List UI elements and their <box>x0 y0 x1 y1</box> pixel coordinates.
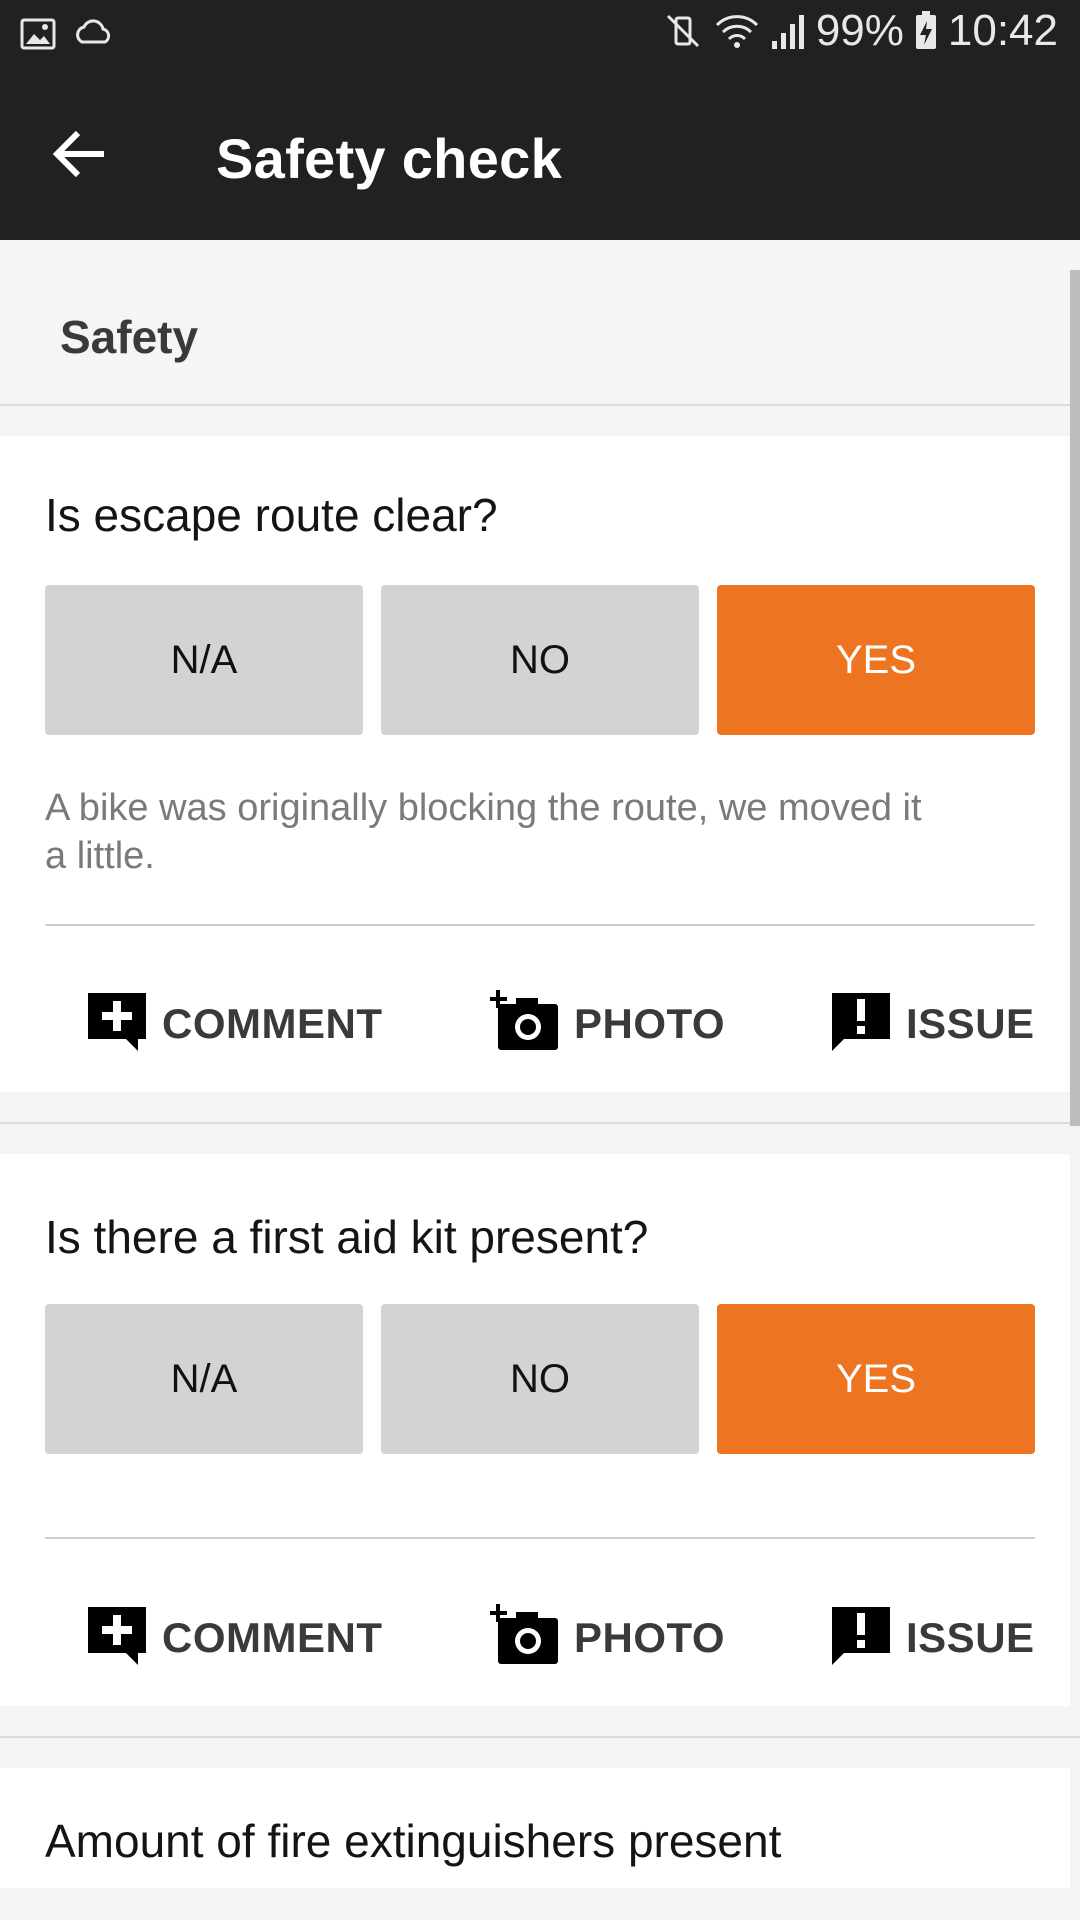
issue-label: ISSUE <box>906 1000 1035 1047</box>
add-comment-button[interactable]: COMMENT <box>86 1598 382 1678</box>
app-bar: Safety check <box>0 70 1080 240</box>
scrollbar[interactable] <box>1070 270 1080 1126</box>
answer-comment: A bike was originally blocking the route… <box>45 787 922 877</box>
report-issue-button[interactable]: ISSUE <box>830 1598 1035 1678</box>
section-title: Safety <box>60 311 199 363</box>
report-issue-button[interactable]: ISSUE <box>830 984 1035 1064</box>
divider <box>45 1537 1035 1539</box>
question-text: Is there a first aid kit present? <box>45 1211 649 1263</box>
comment-label: COMMENT <box>162 1000 383 1047</box>
divider <box>0 1736 1080 1738</box>
action-row: COMMENT PHOTO ISSUE <box>0 984 1070 1064</box>
battery-percentage: 99% <box>815 6 904 55</box>
photo-label: PHOTO <box>574 1614 726 1661</box>
answer-no-button[interactable]: NO <box>381 1304 699 1454</box>
section-header: Safety <box>0 240 1080 406</box>
divider <box>0 1122 1080 1124</box>
arrow-left-icon <box>52 129 108 184</box>
answer-na-button[interactable]: N/A <box>45 1304 363 1454</box>
alert-message-icon <box>830 1605 892 1672</box>
answer-no-button[interactable]: NO <box>381 585 699 735</box>
add-photo-button[interactable]: PHOTO <box>489 984 726 1064</box>
issue-label: ISSUE <box>906 1614 1035 1661</box>
back-button[interactable] <box>40 118 120 194</box>
answer-na-button[interactable]: N/A <box>45 585 363 735</box>
weather-notification-icon <box>72 16 116 52</box>
image-notification-icon <box>20 16 56 52</box>
answer-yes-button[interactable]: YES <box>717 1304 1035 1454</box>
status-bar: 99% 10:42 <box>0 0 1080 70</box>
answer-options: N/A NO YES <box>45 1304 1035 1454</box>
photo-label: PHOTO <box>574 1000 726 1047</box>
answer-yes-button[interactable]: YES <box>717 585 1035 735</box>
question-text: Is escape route clear? <box>45 489 498 541</box>
question-card: Amount of fire extinguishers present <box>0 1768 1070 1888</box>
add-photo-icon <box>489 1603 560 1673</box>
signal-icon <box>770 11 806 51</box>
answer-options: N/A NO YES <box>45 585 1035 735</box>
question-card: Is there a first aid kit present? N/A NO… <box>0 1154 1070 1706</box>
battery-charging-icon <box>914 11 938 51</box>
clock: 10:42 <box>947 6 1058 55</box>
vibrate-mute-icon <box>662 10 704 52</box>
wifi-icon <box>714 11 760 51</box>
add-comment-icon <box>86 991 148 1058</box>
add-comment-button[interactable]: COMMENT <box>86 984 382 1064</box>
question-card: Is escape route clear? N/A NO YES A bike… <box>0 436 1070 1092</box>
add-photo-icon <box>489 989 560 1059</box>
add-comment-icon <box>86 1605 148 1672</box>
page-title: Safety check <box>216 127 563 190</box>
add-photo-button[interactable]: PHOTO <box>489 1598 726 1678</box>
alert-message-icon <box>830 991 892 1058</box>
divider <box>45 924 1035 926</box>
question-text: Amount of fire extinguishers present <box>45 1815 782 1867</box>
comment-label: COMMENT <box>162 1614 383 1661</box>
action-row: COMMENT PHOTO ISSUE <box>0 1598 1070 1678</box>
